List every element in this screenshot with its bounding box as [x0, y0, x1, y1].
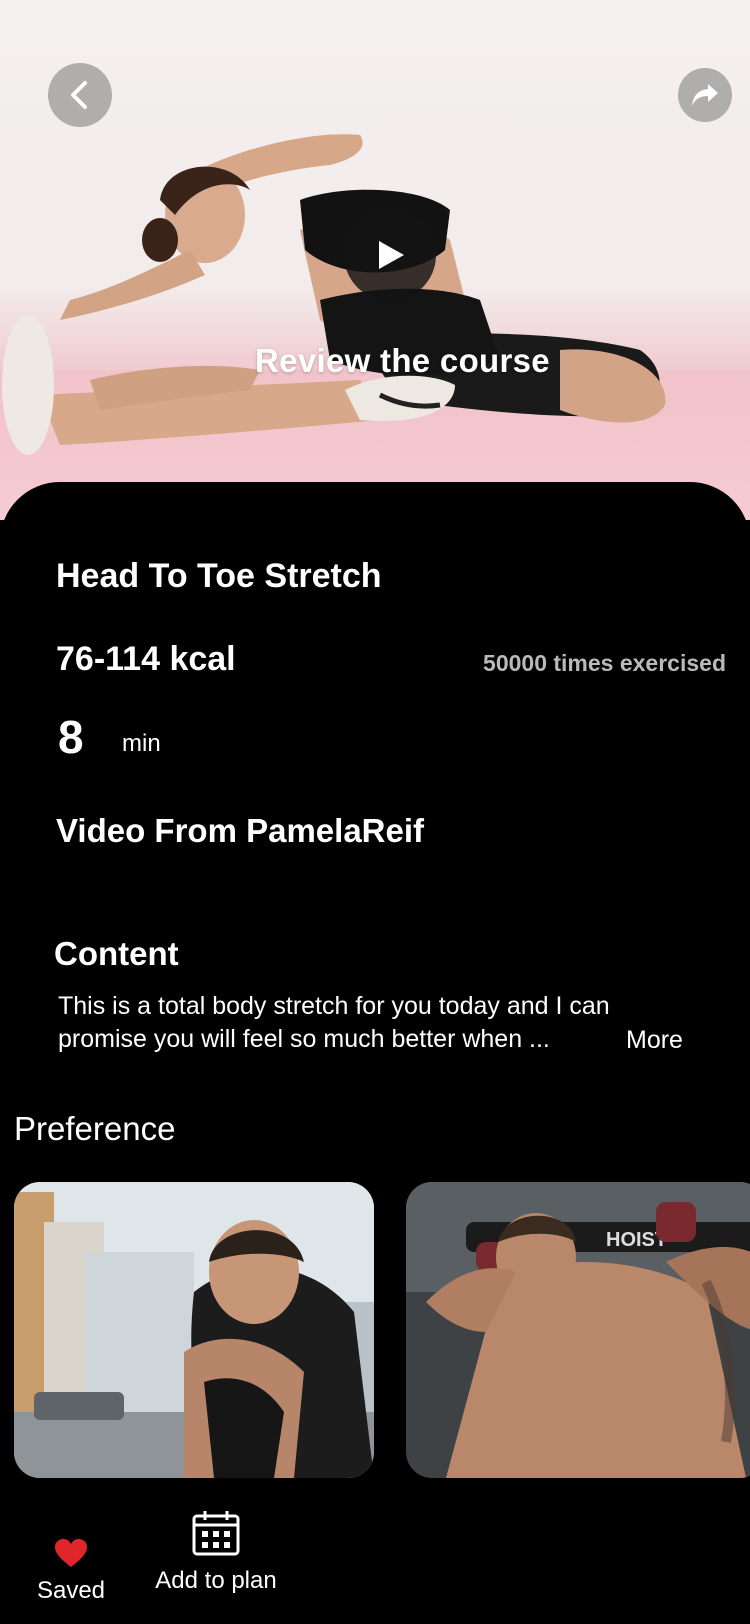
preference-card[interactable]: HOIST	[406, 1182, 750, 1478]
workout-thumbnail-image: HOIST	[406, 1182, 750, 1478]
duration-value: 8	[58, 711, 84, 763]
play-button[interactable]	[344, 209, 436, 301]
saved-label: Saved	[36, 1577, 106, 1604]
add-to-plan-button[interactable]: Add to plan	[150, 1510, 282, 1595]
more-link[interactable]: More	[626, 1026, 683, 1055]
times-exercised: 50000 times exercised	[483, 650, 726, 676]
heart-icon	[55, 1539, 87, 1567]
preference-card[interactable]	[14, 1182, 374, 1478]
preference-heading: Preference	[14, 1110, 176, 1147]
play-icon	[379, 241, 404, 269]
review-course-label[interactable]: Review the course	[0, 342, 750, 380]
share-button[interactable]	[678, 68, 732, 122]
workout-thumbnail-image	[14, 1182, 374, 1478]
workout-title: Head To Toe Stretch	[56, 557, 382, 595]
share-arrow-icon	[692, 84, 718, 106]
add-to-plan-label: Add to plan	[155, 1567, 277, 1594]
back-button[interactable]	[48, 63, 112, 127]
video-author[interactable]: Video From PamelaReif	[56, 812, 424, 850]
kcal-range: 76-114 kcal	[56, 640, 236, 678]
content-heading: Content	[54, 935, 179, 972]
chevron-left-icon	[71, 81, 87, 109]
duration-unit: min	[122, 730, 161, 757]
hero-video[interactable]: Review the course	[0, 0, 750, 520]
content-description: This is a total body stretch for you tod…	[58, 992, 610, 1053]
calendar-icon	[192, 1511, 240, 1556]
saved-button[interactable]: Saved	[34, 1538, 108, 1605]
bottom-bar	[0, 1478, 750, 1624]
